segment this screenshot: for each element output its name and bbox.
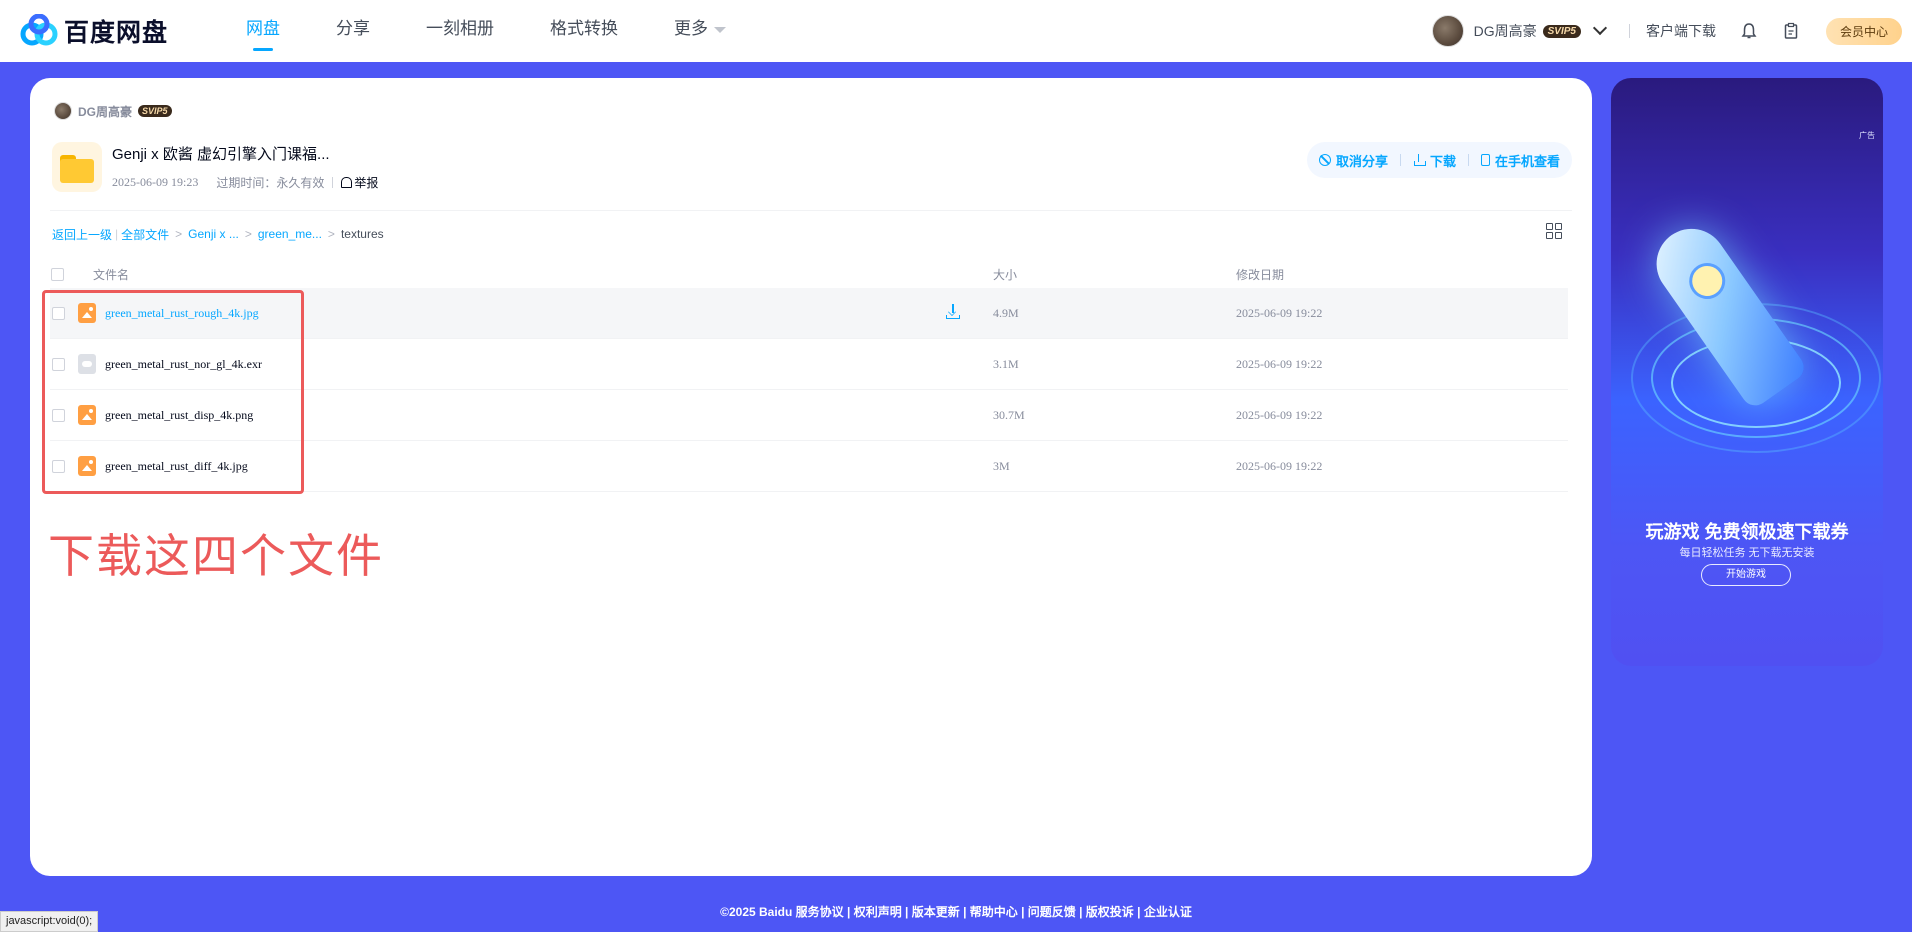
- download-button[interactable]: 下载: [1413, 151, 1456, 170]
- row-download-icon[interactable]: [946, 304, 960, 320]
- cancel-share-label: 取消分享: [1335, 153, 1388, 169]
- file-size: 3M: [993, 458, 1010, 473]
- shared-folder-header: Genji x 欧酱 虚幻引擎入门课福... 2025-06-09 19:23 …: [52, 142, 378, 192]
- ad-title: 玩游戏 免费领极速下载券: [1645, 522, 1849, 542]
- folder-title: Genji x 欧酱 虚幻引擎入门课福...: [112, 146, 330, 163]
- nav-item-convert[interactable]: 格式转换: [522, 0, 646, 62]
- nav-item-netdisk[interactable]: 网盘: [218, 0, 308, 62]
- vip-center-button[interactable]: 会员中心: [1825, 17, 1902, 45]
- ad-start-game-button[interactable]: 开始游戏: [1701, 564, 1791, 586]
- view-on-phone-label: 在手机查看: [1494, 153, 1560, 169]
- report-label: 举报: [354, 176, 379, 190]
- report-button[interactable]: 举报: [341, 174, 378, 191]
- download-label: 下载: [1429, 153, 1456, 169]
- bell-icon[interactable]: [1740, 22, 1758, 40]
- nav-more-label: 更多: [674, 19, 709, 38]
- table-header: 文件名 大小 修改日期: [50, 256, 1568, 292]
- folder-meta: Genji x 欧酱 虚幻引擎入门课福... 2025-06-09 19:23 …: [112, 143, 378, 191]
- divider: [1628, 24, 1630, 38]
- caret-down-icon: [714, 26, 727, 33]
- breadcrumb-back[interactable]: 返回上一级: [52, 226, 112, 243]
- divider: [50, 210, 1572, 211]
- share-actions: 取消分享 下载 在手机查看: [1306, 142, 1572, 178]
- phone-icon: [1480, 154, 1490, 166]
- vip-badge: SVIP5: [1542, 24, 1581, 38]
- sharer-name: DG周高豪: [78, 104, 133, 119]
- file-date: 2025-06-09 19:22: [1236, 305, 1323, 320]
- file-size: 3.1M: [993, 356, 1019, 371]
- cancel-icon: [1318, 154, 1331, 166]
- logo-text: 百度网盘: [64, 19, 169, 47]
- avatar[interactable]: [1431, 15, 1464, 47]
- breadcrumb-level-2[interactable]: green_me...: [258, 227, 322, 241]
- file-size: 30.7M: [993, 407, 1025, 422]
- chevron-down-icon[interactable]: [1592, 20, 1608, 36]
- sharer-avatar: [54, 102, 72, 120]
- grid-view-icon[interactable]: [1546, 223, 1562, 239]
- breadcrumb-separator: >: [244, 227, 252, 241]
- divider: [332, 177, 334, 188]
- select-all-checkbox[interactable]: [51, 267, 64, 281]
- annotation-highlight-box: [42, 290, 304, 494]
- nav-item-more[interactable]: 更多: [646, 0, 754, 62]
- column-header-name[interactable]: 文件名: [93, 266, 129, 283]
- clipboard-icon[interactable]: [1782, 22, 1800, 40]
- breadcrumb-pipe: |: [115, 227, 119, 241]
- ad-subtitle: 每日轻松任务 无下载无安装: [1679, 547, 1815, 559]
- status-bar-url: javascript:void(0);: [0, 911, 99, 932]
- nav-item-share[interactable]: 分享: [308, 0, 398, 62]
- logo[interactable]: 百度网盘: [20, 0, 168, 62]
- file-date: 2025-06-09 19:22: [1236, 458, 1323, 473]
- divider: [1467, 154, 1469, 166]
- file-date: 2025-06-09 19:22: [1236, 356, 1323, 371]
- breadcrumb-level-1[interactable]: Genji x ...: [188, 227, 239, 241]
- ad-banner[interactable]: 广告 玩游戏 免费领极速下载券 每日轻松任务 无下载无安装 开始游戏: [1611, 78, 1883, 666]
- download-icon: [1413, 154, 1426, 166]
- divider: [1399, 154, 1401, 166]
- report-icon: [341, 177, 353, 188]
- share-file-card: DG周高豪 SVIP5 Genji x 欧酱 虚幻引擎入门课福... 2025-…: [30, 78, 1592, 876]
- folder-subinfo: 2025-06-09 19:23 过期时间：永久有效 举报: [112, 174, 378, 191]
- footer-links[interactable]: ©2025 Baidu 服务协议 | 权利声明 | 版本更新 | 帮助中心 | …: [0, 903, 1912, 920]
- baidu-netdisk-logo-icon: [20, 14, 58, 46]
- breadcrumb-separator: >: [327, 227, 335, 241]
- share-expiry: 过期时间：永久有效: [216, 176, 325, 190]
- top-navbar: 百度网盘 网盘 分享 一刻相册 格式转换 更多 DG周高豪 SVIP5 客户端下…: [0, 0, 1912, 62]
- file-date: 2025-06-09 19:22: [1236, 407, 1323, 422]
- sharer-vip-badge: SVIP5: [138, 105, 172, 117]
- breadcrumb-current: textures: [340, 227, 384, 241]
- ad-label: 广告: [1859, 131, 1875, 140]
- breadcrumb-separator: >: [175, 227, 183, 241]
- cancel-share-button[interactable]: 取消分享: [1318, 151, 1388, 170]
- top-right-area: DG周高豪 SVIP5 客户端下载 会员中心: [1431, 0, 1902, 62]
- file-size: 4.9M: [993, 305, 1019, 320]
- column-header-size[interactable]: 大小: [993, 266, 1017, 283]
- view-on-phone-button[interactable]: 在手机查看: [1480, 151, 1560, 170]
- sharer-info: DG周高豪 SVIP5: [54, 102, 172, 120]
- breadcrumb: 返回上一级 | 全部文件 > Genji x ... > green_me...…: [52, 222, 384, 246]
- column-header-date[interactable]: 修改日期: [1236, 266, 1284, 283]
- nav-item-album[interactable]: 一刻相册: [398, 0, 522, 62]
- main-nav: 网盘 分享 一刻相册 格式转换 更多: [218, 0, 754, 62]
- breadcrumb-all-files[interactable]: 全部文件: [121, 226, 169, 243]
- client-download-link[interactable]: 客户端下载: [1646, 21, 1716, 41]
- share-date: 2025-06-09 19:23: [112, 175, 199, 189]
- user-name[interactable]: DG周高豪: [1474, 21, 1537, 41]
- folder-icon: [52, 142, 102, 192]
- annotation-text: 下载这四个文件: [48, 530, 384, 582]
